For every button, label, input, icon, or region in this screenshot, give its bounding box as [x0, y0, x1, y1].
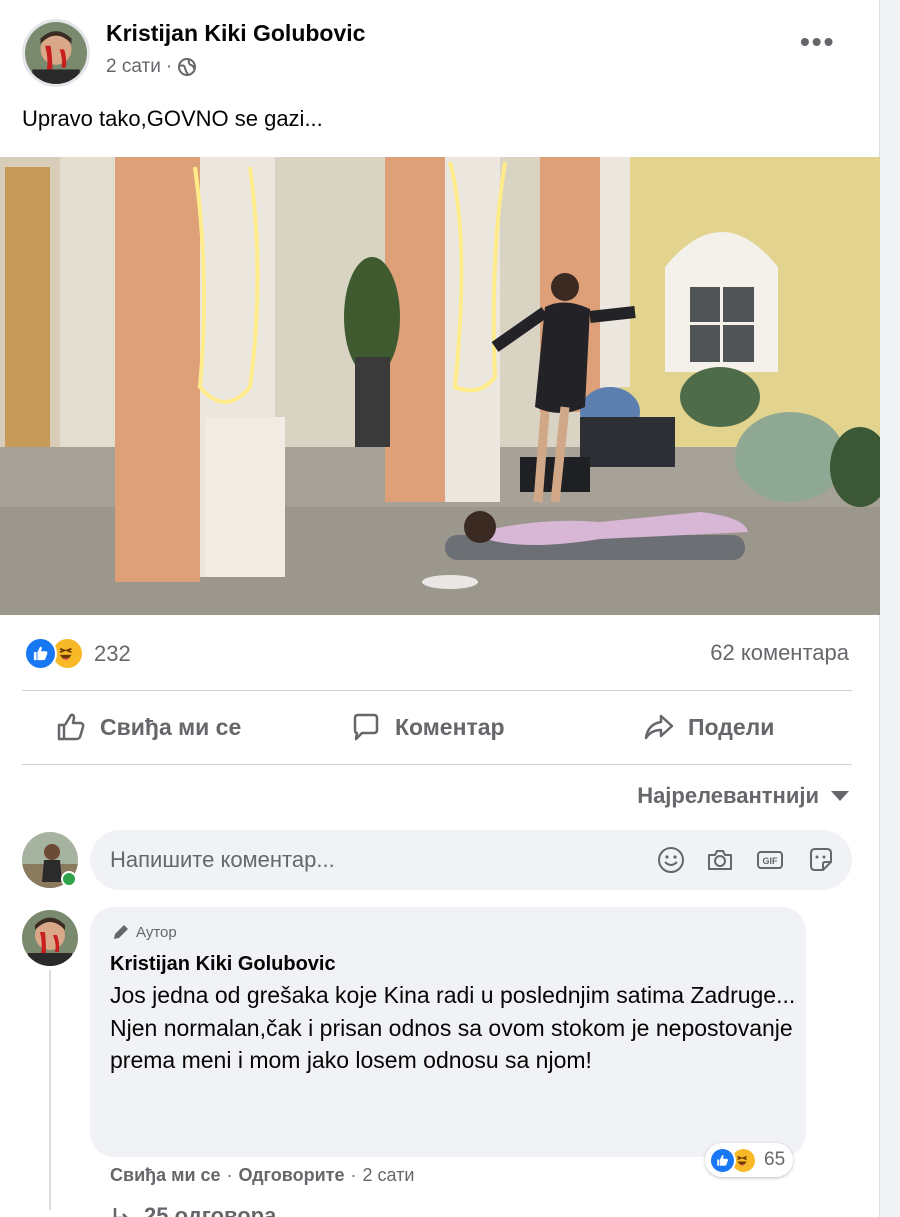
meta-separator: · — [165, 56, 173, 77]
comment-actions-separator: · — [350, 1165, 357, 1185]
comment-author-name[interactable]: Kristijan Kiki Golubovic — [110, 953, 336, 976]
comment-reaction-summary[interactable]: 65 — [705, 1143, 794, 1177]
emoji-icon[interactable] — [656, 845, 686, 875]
thumbs-up-icon — [57, 713, 85, 741]
like-reaction-icon — [709, 1146, 736, 1174]
pencil-icon — [114, 925, 128, 939]
reply-thread-line — [49, 970, 79, 1210]
author-badge-label: Аутор — [136, 923, 177, 941]
post-card: Kristijan Kiki Golubovic 2 сати · ••• Up… — [0, 0, 880, 1217]
share-button[interactable]: Подели — [642, 707, 774, 747]
comment-text: Jos jedna od grešaka koje Kina radi u po… — [110, 982, 796, 1073]
like-reaction-icon — [24, 637, 57, 670]
chevron-down-icon — [831, 791, 849, 801]
divider — [22, 690, 852, 691]
comment-bubble: Аутор Kristijan Kiki Golubovic Jos jedna… — [90, 907, 806, 1157]
comment-input[interactable] — [110, 844, 630, 876]
comment-time[interactable]: 2 сати — [363, 1165, 415, 1186]
globe-icon — [177, 57, 197, 77]
post-author-avatar[interactable] — [22, 19, 90, 87]
comment-reply-link[interactable]: Одговорите — [239, 1165, 345, 1186]
sticker-icon[interactable] — [806, 845, 836, 875]
view-replies-link[interactable]: 25 одговора — [110, 1203, 276, 1217]
gif-icon[interactable]: GIF — [755, 845, 785, 875]
comment-actions-separator: · — [226, 1165, 233, 1185]
post-meta: 2 сати · — [106, 56, 197, 78]
comment-like-link[interactable]: Свиђа ми се — [110, 1165, 221, 1186]
more-options-icon[interactable]: ••• — [800, 28, 835, 56]
like-button[interactable]: Свиђа ми се — [54, 707, 241, 747]
share-icon — [644, 714, 674, 740]
post-time[interactable]: 2 сати — [106, 56, 161, 78]
comments-count[interactable]: 62 коментара — [710, 640, 849, 666]
divider — [22, 764, 852, 765]
comment-actions: Свиђа ми се · Одговорите · 2 сати — [110, 1165, 414, 1186]
comment-reaction-count: 65 — [764, 1149, 786, 1170]
comment-label: Коментар — [395, 713, 505, 740]
post-photo[interactable] — [0, 157, 880, 615]
reaction-count: 232 — [94, 640, 131, 666]
sort-label: Најрелевантнији — [637, 783, 819, 808]
replies-label: 25 одговора — [144, 1203, 277, 1217]
share-label: Подели — [688, 713, 775, 740]
comment-composer[interactable]: GIF — [90, 830, 852, 890]
reaction-summary[interactable]: 232 — [24, 637, 131, 670]
comment-icon — [353, 713, 379, 741]
camera-icon[interactable] — [705, 845, 735, 875]
comment-button[interactable]: Коментар — [349, 707, 505, 747]
comment-author-avatar[interactable] — [22, 910, 78, 966]
reply-arrow-icon — [113, 1208, 128, 1217]
comment-sort-dropdown[interactable]: Најрелевантнији — [637, 783, 849, 809]
author-badge: Аутор — [110, 921, 177, 943]
post-text: Upravo tako,GOVNO se gazi... — [22, 106, 323, 131]
svg-text:GIF: GIF — [763, 856, 779, 866]
like-label: Свиђа ми се — [100, 713, 242, 740]
post-author-name[interactable]: Kristijan Kiki Golubovic — [106, 20, 365, 47]
online-status-dot — [61, 871, 77, 887]
